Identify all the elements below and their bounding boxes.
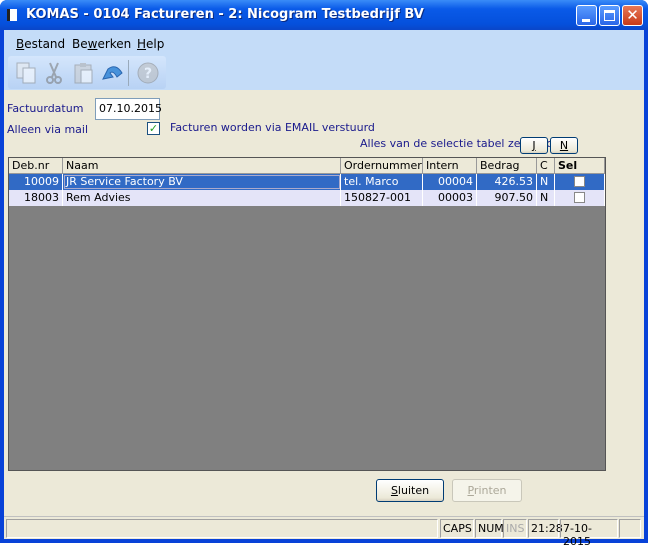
status-num: NUM <box>475 519 504 538</box>
status-panel-main <box>6 519 438 538</box>
col-ordernummer[interactable]: Ordernummer <box>341 158 423 174</box>
col-sel[interactable]: Sel <box>555 158 605 174</box>
cut-icon[interactable] <box>42 61 66 85</box>
toolbar: ? <box>8 56 166 89</box>
paste-icon[interactable] <box>72 61 96 85</box>
status-caps: CAPS <box>440 519 474 538</box>
sluiten-button[interactable]: Sluiten <box>376 479 444 502</box>
cell-debnr: 18003 <box>9 190 63 206</box>
table-row[interactable]: 10009 JR Service Factory BV tel. Marco 0… <box>9 174 605 190</box>
status-bar: CAPS NUM INS 21:28 7-10-2015 <box>4 516 644 548</box>
set-all-n-button[interactable]: N <box>550 137 578 154</box>
sluiten-label: Sluiten <box>390 484 430 497</box>
accel: B <box>16 37 25 51</box>
cell-order: 150827-001 <box>341 190 423 206</box>
col-bedrag[interactable]: Bedrag <box>477 158 537 174</box>
cell-intern: 00003 <box>423 190 477 206</box>
table-header: Deb.nr Naam Ordernummer Intern Bedrag C … <box>9 158 605 174</box>
menu-bar: Bestand Bewerken Help ? <box>4 30 644 90</box>
col-naam[interactable]: Naam <box>63 158 341 174</box>
cell-sel <box>555 190 605 206</box>
window: KOMAS - 0104 Factureren - 2: Nicogram Te… <box>0 0 648 548</box>
alleen-via-mail-label: Alleen via mail <box>7 123 89 136</box>
menu-label: Be <box>72 37 88 51</box>
cell-intern: 00004 <box>423 174 477 190</box>
accel: H <box>137 37 147 51</box>
help-icon[interactable]: ? <box>136 61 160 85</box>
col-c[interactable]: C <box>537 158 555 174</box>
maximize-button[interactable] <box>599 5 620 26</box>
menu-bewerken[interactable]: Bewerken <box>72 37 131 51</box>
cell-order: tel. Marco <box>341 174 423 190</box>
status-panel-empty <box>619 519 641 538</box>
alleen-via-mail-checkbox[interactable]: ✓ <box>147 122 160 135</box>
app-icon <box>7 9 17 21</box>
cell-c: N <box>537 190 555 206</box>
status-ins: INS <box>503 519 527 538</box>
status-date: 7-10-2015 <box>560 519 618 548</box>
email-info-text: Facturen worden via EMAIL verstuurd <box>170 121 375 134</box>
cell-naam[interactable]: JR Service Factory BV <box>63 174 341 190</box>
col-intern[interactable]: Intern <box>423 158 477 174</box>
close-button[interactable]: ✕ <box>622 5 643 26</box>
factuurdatum-input[interactable]: 07.10.2015 <box>95 98 162 120</box>
accel: w <box>87 37 98 51</box>
menu-bestand[interactable]: Bestand <box>16 37 65 51</box>
cell-bedrag: 907.50 <box>477 190 537 206</box>
undo-icon[interactable] <box>100 61 124 85</box>
menu-help[interactable]: Help <box>137 37 164 51</box>
menu-label: elp <box>146 37 165 51</box>
cell-c: N <box>537 174 555 190</box>
set-all-j-button[interactable]: J <box>520 137 548 154</box>
printen-button: Printen <box>452 479 522 502</box>
factuurdatum-label: Factuurdatum <box>7 102 84 115</box>
sel-checkbox[interactable] <box>574 192 585 203</box>
svg-text:?: ? <box>144 66 152 82</box>
col-debnr[interactable]: Deb.nr <box>9 158 63 174</box>
cell-naam: Rem Advies <box>63 190 341 206</box>
cell-bedrag: 426.53 <box>477 174 537 190</box>
minimize-button[interactable] <box>576 5 597 26</box>
title-bar[interactable]: KOMAS - 0104 Factureren - 2: Nicogram Te… <box>0 0 648 30</box>
table-row[interactable]: 18003 Rem Advies 150827-001 00003 907.50… <box>9 190 605 206</box>
copy-icon[interactable] <box>14 61 38 85</box>
cell-debnr: 10009 <box>9 174 63 190</box>
menu-label: erken <box>97 37 132 51</box>
client-area: Bestand Bewerken Help ? Factuurdatum 07.… <box>4 30 644 548</box>
cell-sel <box>555 174 605 190</box>
menu-label: estand <box>24 37 66 51</box>
sel-checkbox[interactable] <box>574 176 585 187</box>
status-time: 21:28 <box>528 519 563 538</box>
invoice-table: Deb.nr Naam Ordernummer Intern Bedrag C … <box>8 157 606 471</box>
window-title: KOMAS - 0104 Factureren - 2: Nicogram Te… <box>26 7 424 22</box>
